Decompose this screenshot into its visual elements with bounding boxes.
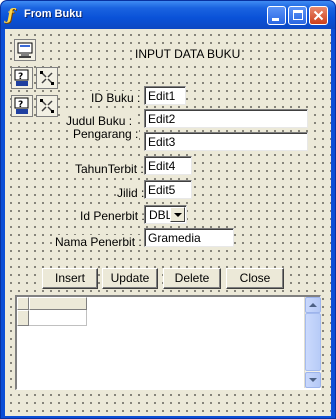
navigator-component-icon[interactable] <box>36 67 58 89</box>
id-buku-input[interactable]: Edit1 <box>144 86 186 105</box>
close-icon <box>313 10 324 21</box>
chevron-down-icon[interactable] <box>170 207 185 222</box>
form-window: ƒ From Buku ? ? INPUT DATA BUKU ID Buku … <box>0 0 336 419</box>
label-pengarang: Pengarang : <box>72 127 140 141</box>
grid-row-indicator[interactable] <box>17 310 29 326</box>
label-judul-buku: Judul Buku : <box>65 114 134 128</box>
label-nama-penerbit: Nama Penerbit : <box>54 235 143 249</box>
delete-button[interactable]: Delete <box>163 268 221 289</box>
id-penerbit-value: DBL <box>149 208 173 222</box>
pengarang-input[interactable]: Edit3 <box>144 132 308 151</box>
grid-corner-cell <box>17 297 29 310</box>
tahun-terbit-input[interactable]: Edit4 <box>144 156 192 175</box>
label-jilid: Jilid : <box>116 186 146 200</box>
maximize-button[interactable] <box>288 6 307 25</box>
scroll-thumb[interactable] <box>305 313 321 371</box>
label-id-buku: ID Buku : <box>90 91 142 105</box>
update-button[interactable]: Update <box>102 268 158 289</box>
jilid-input[interactable]: Edit5 <box>144 180 192 199</box>
scroll-up-icon[interactable] <box>305 297 321 313</box>
minimize-button[interactable] <box>267 6 286 25</box>
svg-text:?: ? <box>18 72 23 82</box>
grid-header-cell[interactable] <box>29 297 87 310</box>
delphi-icon: ƒ <box>7 5 14 24</box>
nama-penerbit-input[interactable]: Gramedia <box>144 228 234 247</box>
form-client-area: ? ? INPUT DATA BUKU ID Buku: Judul Buku… <box>5 29 331 416</box>
scroll-down-icon[interactable] <box>305 372 321 388</box>
label-id-penerbit: Id Penerbit : <box>79 209 146 223</box>
judul-buku-input[interactable]: Edit2 <box>144 109 308 128</box>
label-tahun-terbit: TahunTerbit : <box>74 162 145 176</box>
maximize-icon <box>293 10 303 20</box>
svg-text:?: ? <box>18 100 23 110</box>
query-component-icon[interactable]: ? <box>11 67 33 89</box>
minimize-icon <box>272 18 279 21</box>
navigator-component-icon[interactable] <box>36 95 58 117</box>
insert-button[interactable]: Insert <box>42 268 98 289</box>
id-penerbit-select[interactable]: DBL <box>144 205 187 224</box>
grid-vertical-scrollbar[interactable] <box>304 297 321 388</box>
title-bar[interactable]: ƒ From Buku <box>1 1 335 29</box>
query-component-icon[interactable]: ? <box>11 95 33 117</box>
window-title: From Buku <box>24 8 83 20</box>
close-button[interactable]: Close <box>226 268 284 289</box>
data-grid[interactable] <box>15 295 321 390</box>
database-component-icon[interactable] <box>14 39 36 61</box>
form-heading: INPUT DATA BUKU <box>134 47 242 61</box>
close-window-button[interactable] <box>309 6 328 25</box>
grid-cell[interactable] <box>29 310 87 326</box>
